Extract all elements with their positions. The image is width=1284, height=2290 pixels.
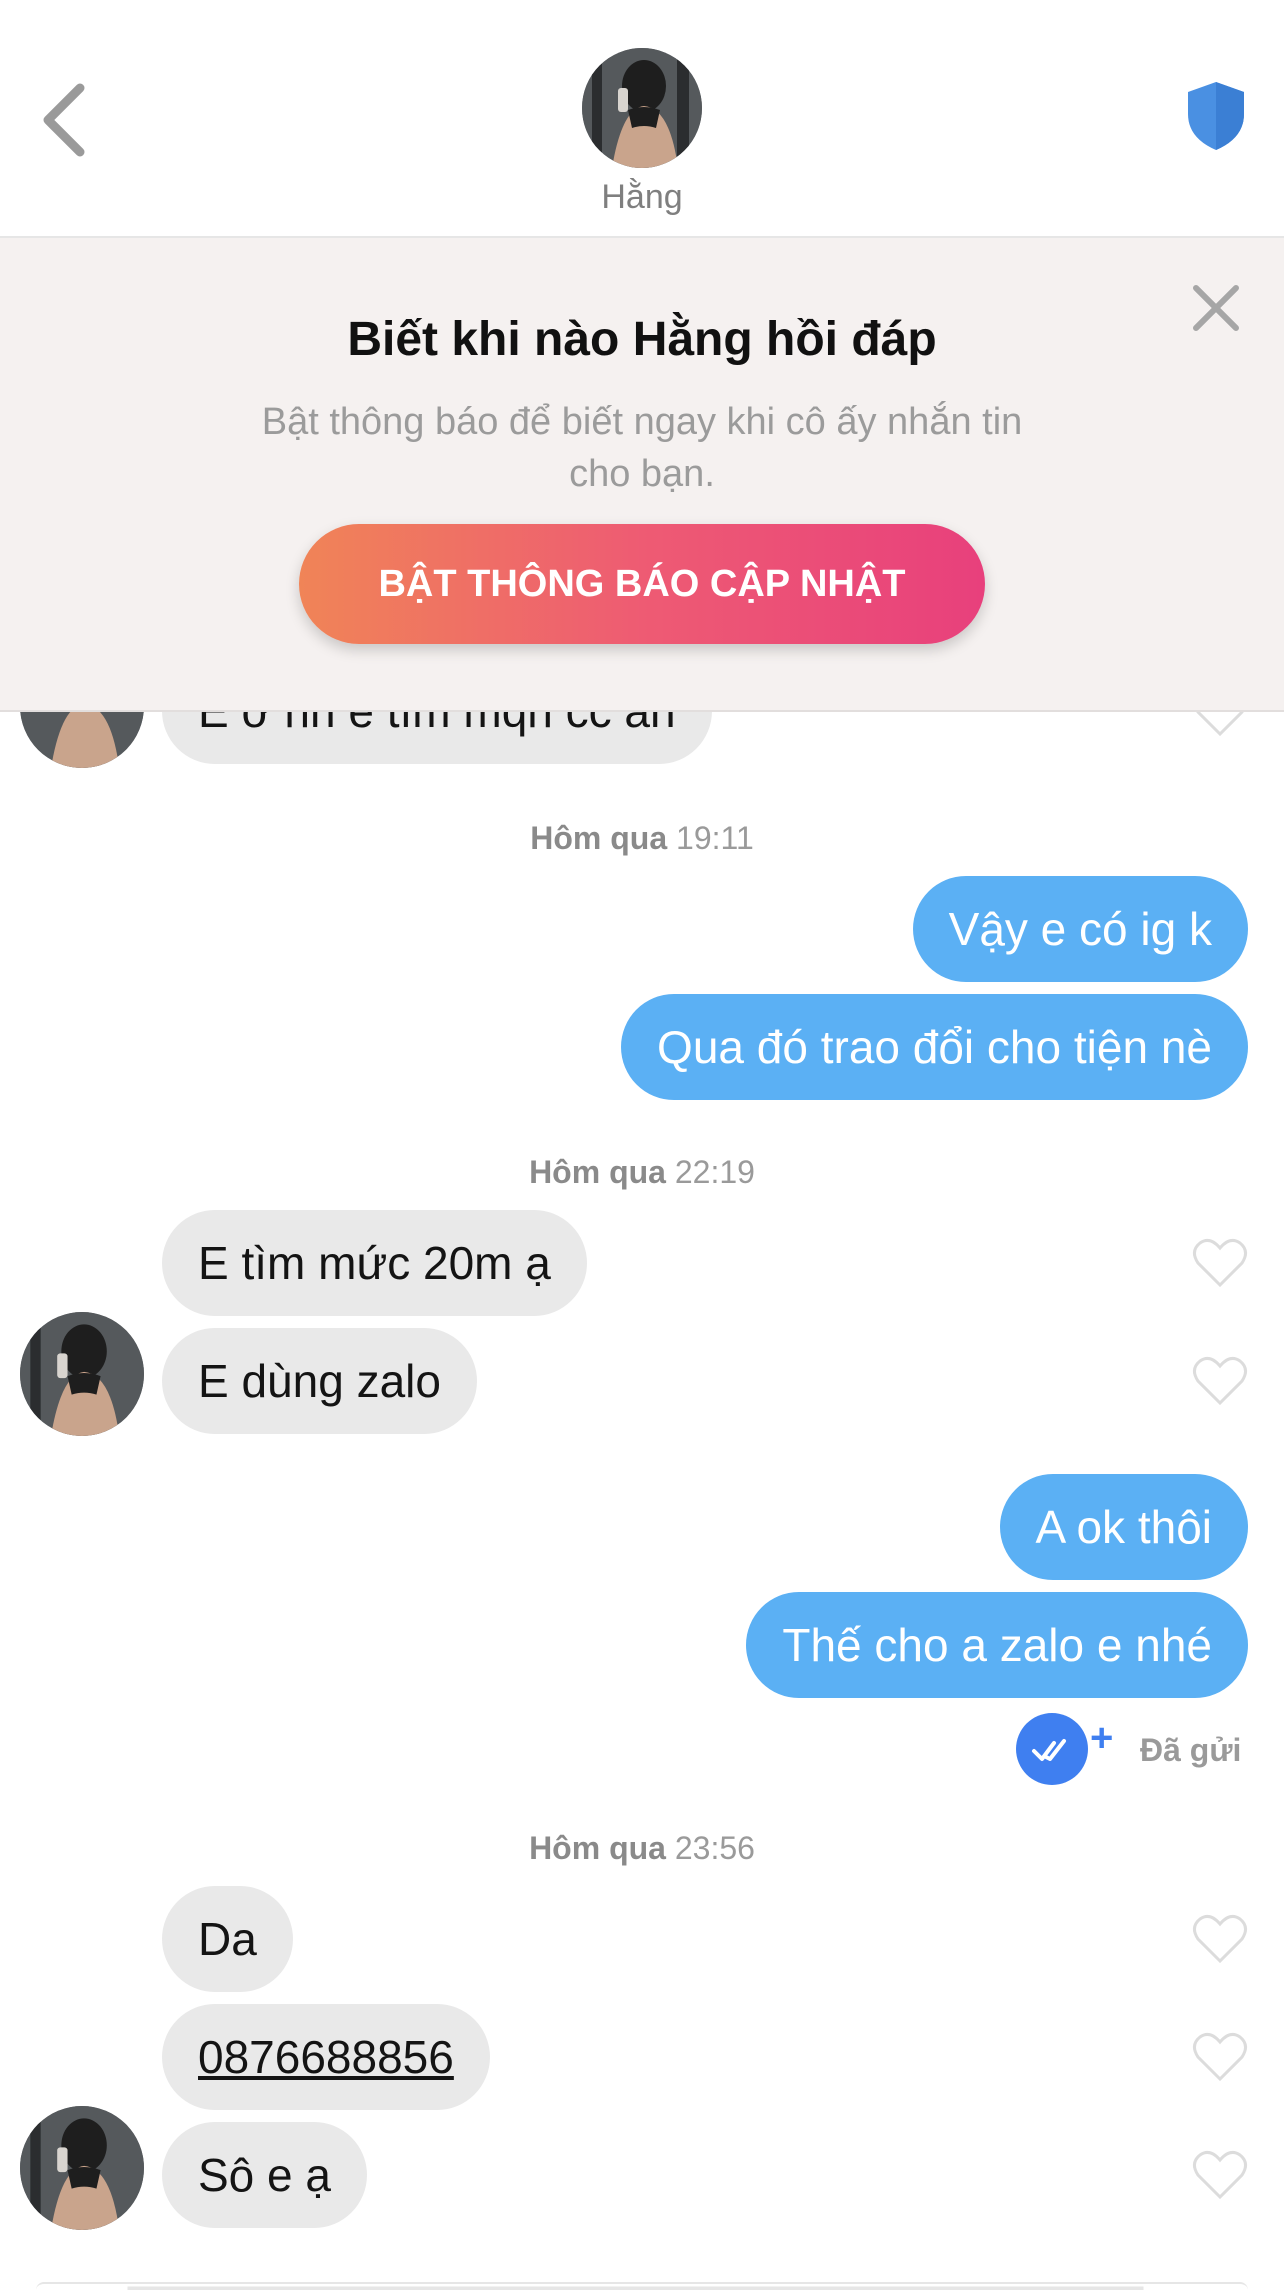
heart-icon[interactable] (1192, 2031, 1248, 2083)
banner-title: Biết khi nào Hằng hồi đáp (347, 313, 937, 366)
chat-header: Hằng (0, 0, 1284, 238)
message-bubble-incoming[interactable]: Sô e ạ (162, 2122, 367, 2228)
timestamp: Hôm qua 23:56 (529, 1830, 755, 1866)
contact-name[interactable]: Hằng (0, 178, 1284, 217)
message-bubble-incoming[interactable]: Da (162, 1886, 293, 1992)
plus-icon[interactable]: + (1090, 1716, 1113, 1761)
contact-avatar-small[interactable] (20, 1312, 144, 1436)
message-bubble-incoming[interactable]: E dùng zalo (162, 1328, 477, 1434)
read-receipt-icon[interactable] (1016, 1713, 1088, 1785)
timestamp: Hôm qua 19:11 (530, 820, 754, 856)
timestamp: Hôm qua 22:19 (529, 1154, 755, 1190)
message-bubble-incoming[interactable]: E tìm mức 20m ạ (162, 1210, 587, 1316)
message-input-edge[interactable] (36, 2282, 1248, 2290)
contact-avatar-small[interactable] (20, 2106, 144, 2230)
heart-icon[interactable] (1192, 1355, 1248, 1407)
banner-description: Bật thông báo để biết ngay khi cô ấy nhắ… (261, 401, 1023, 495)
heart-icon[interactable] (1192, 1237, 1248, 1289)
message-bubble-outgoing[interactable]: Thế cho a zalo e nhé (746, 1592, 1248, 1698)
message-bubble-outgoing[interactable]: Qua đó trao đổi cho tiện nè (621, 994, 1248, 1100)
sent-status: Đã gửi (1140, 1732, 1242, 1768)
heart-icon[interactable] (1192, 2149, 1248, 2201)
message-bubble-outgoing[interactable]: Vậy e có ig k (912, 876, 1248, 982)
contact-avatar[interactable] (582, 48, 702, 168)
message-bubble-outgoing[interactable]: A ok thôi (999, 1474, 1248, 1580)
shield-icon[interactable] (1184, 80, 1248, 152)
message-bubble-phone-link[interactable]: 0876688856 (162, 2004, 490, 2110)
enable-notifications-button[interactable]: BẬT THÔNG BÁO CẬP NHẬT (299, 524, 985, 644)
chevron-left-icon[interactable] (40, 80, 90, 160)
heart-icon[interactable] (1192, 1913, 1248, 1965)
